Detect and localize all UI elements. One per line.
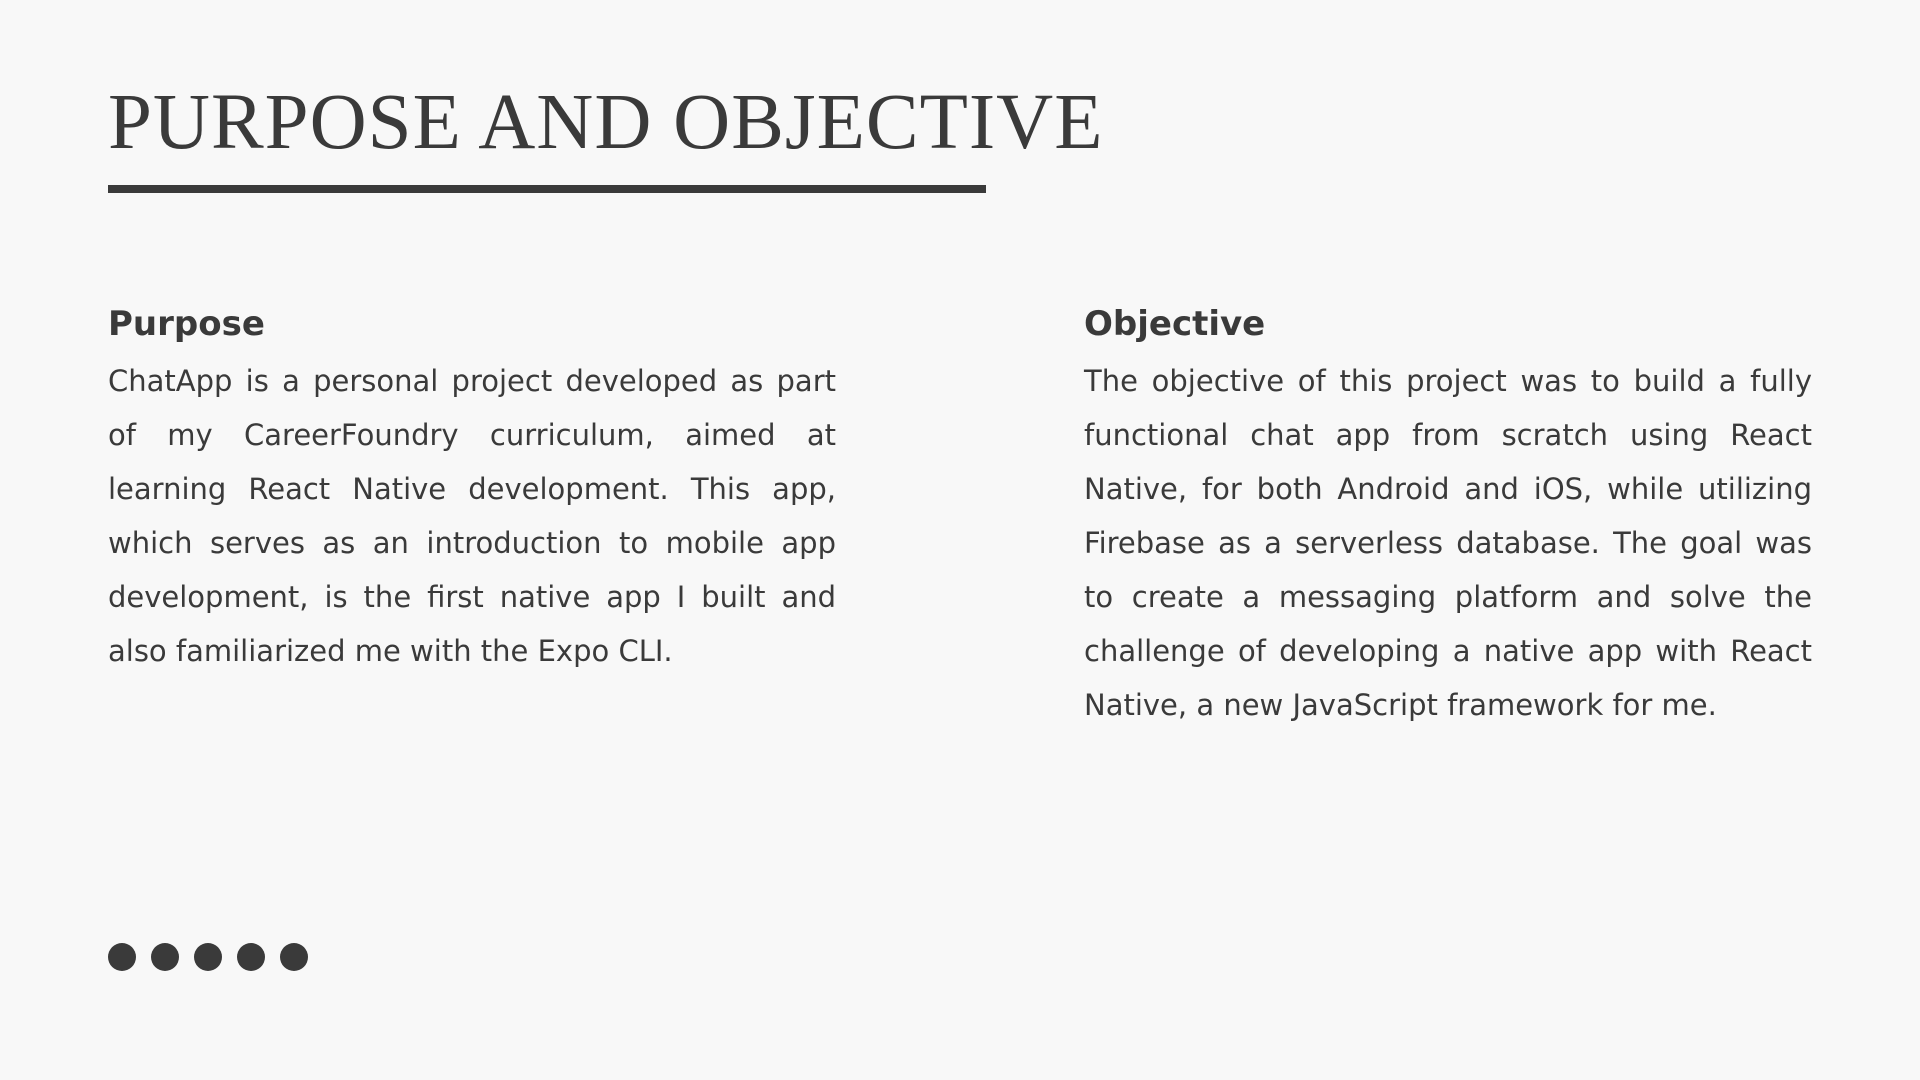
dot-2 [151, 943, 179, 971]
dot-4 [237, 943, 265, 971]
dot-1 [108, 943, 136, 971]
dot-5 [280, 943, 308, 971]
purpose-section: Purpose ChatApp is a personal project de… [108, 296, 836, 678]
decorative-dots [108, 943, 308, 971]
objective-body: The objective of this project was to bui… [1084, 364, 1812, 722]
purpose-body: ChatApp is a personal project developed … [108, 364, 836, 668]
purpose-heading: Purpose [108, 304, 265, 344]
dot-3 [194, 943, 222, 971]
title-underline [108, 185, 986, 193]
page-title: PURPOSE AND OBJECTIVE [108, 79, 1104, 166]
objective-section: Objective The objective of this project … [1084, 296, 1812, 732]
objective-heading: Objective [1084, 304, 1266, 344]
